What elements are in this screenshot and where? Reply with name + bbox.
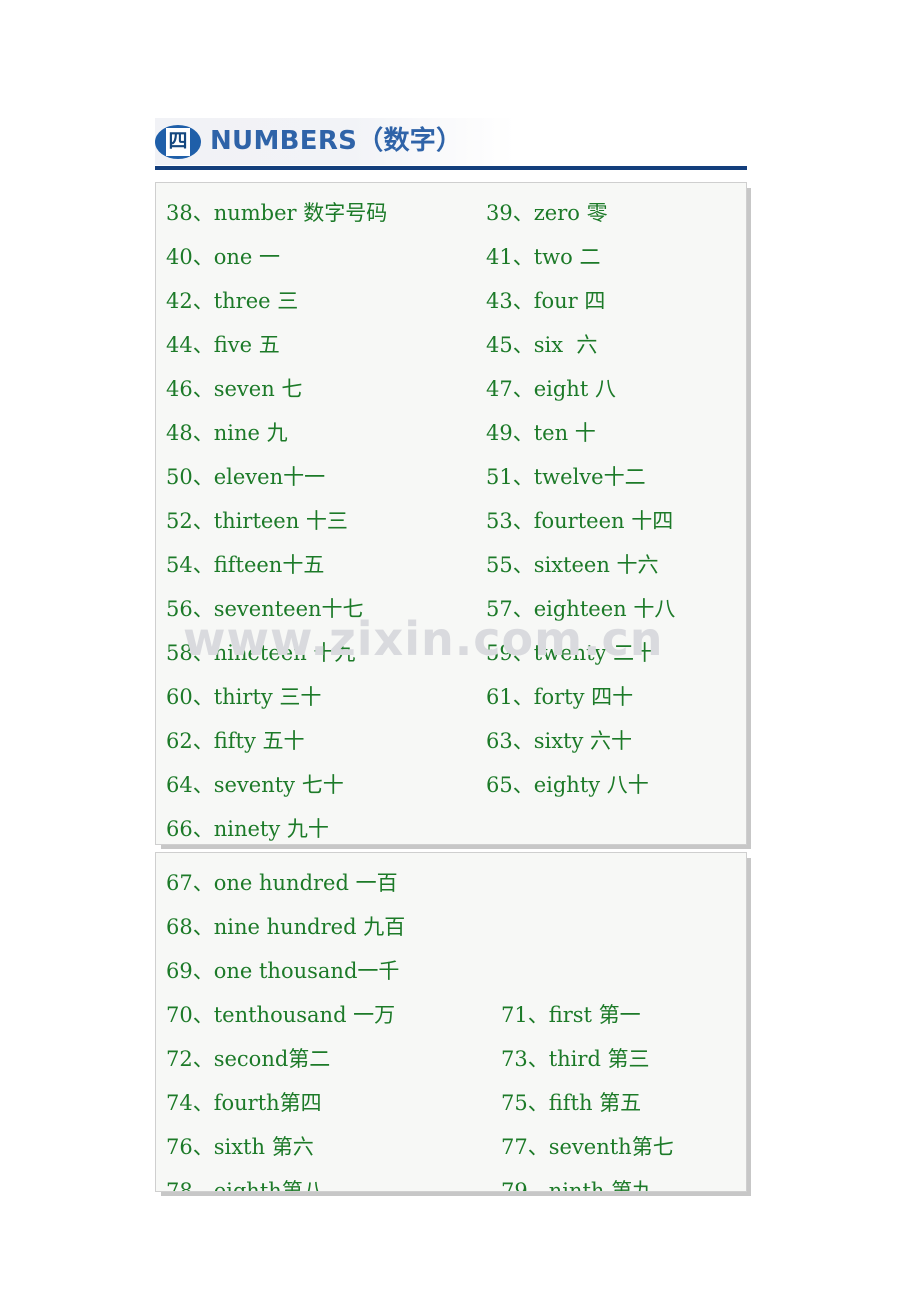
word-entry-right: 41、two 二 [486,244,601,269]
word-row: 72、second第二 73、third 第三 [156,1037,746,1081]
word-row: 62、fifty 五十 63、sixty 六十 [156,719,746,763]
word-entry-right: 59、twenty 二十 [486,640,656,665]
word-row: 50、eleven十一 51、twelve十二 [156,455,746,499]
word-entry-right: 79、ninth 第九 [501,1178,654,1192]
word-entry-left: 60、thirty 三十 [166,684,322,709]
word-entry-left: 38、number 数字号码 [166,200,388,225]
word-entry-left: 70、tenthousand 一万 [166,1002,396,1027]
word-row: 58、nineteen 十九 59、twenty 二十 [156,631,746,675]
word-entry-left: 56、seventeen十七 [166,596,364,621]
word-entry-left: 66、ninety 九十 [166,816,329,841]
word-entry-right: 39、zero 零 [486,200,608,225]
word-entry-right: 57、eighteen 十八 [486,596,676,621]
word-entry-right: 45、six 六 [486,332,598,357]
chapter-number-label: 四 [166,127,190,156]
word-row: 70、tenthousand 一万 71、first 第一 [156,993,746,1037]
word-row: 54、fifteen十五 55、sixteen 十六 [156,543,746,587]
word-row: 52、thirteen 十三 53、fourteen 十四 [156,499,746,543]
word-entry-left: 78、eighth第八 [166,1178,324,1192]
word-entry-left: 40、one 一 [166,244,280,269]
word-entry-right: 73、third 第三 [501,1046,650,1071]
word-row: 68、nine hundred 九百 [156,905,746,949]
word-entry-left: 72、second第二 [166,1046,331,1071]
word-entry-left: 62、fifty 五十 [166,728,305,753]
word-entry-left: 67、one hundred 一百 [166,870,398,895]
word-entry-right: 55、sixteen 十六 [486,552,659,577]
word-row: 46、seven 七 47、eight 八 [156,367,746,411]
word-entry-right: 47、eight 八 [486,376,616,401]
word-entry-left: 48、nine 九 [166,420,288,445]
header-divider-rule [155,166,747,170]
page-title: NUMBERS（数字） [210,125,463,156]
word-row: 64、seventy 七十 65、eighty 八十 [156,763,746,807]
word-row: 60、thirty 三十 61、forty 四十 [156,675,746,719]
word-row: 76、sixth 第六 77、seventh第七 [156,1125,746,1169]
word-entry-left: 50、eleven十一 [166,464,326,489]
word-row: 40、one 一 41、two 二 [156,235,746,279]
word-row: 66、ninety 九十 [156,807,746,844]
word-entry-right: 65、eighty 八十 [486,772,649,797]
document-page: 四 NUMBERS（数字） 38、number 数字号码 39、zero 零 40、… [0,0,920,1302]
word-entry-right: 71、first 第一 [501,1002,641,1027]
word-entry-left: 58、nineteen 十九 [166,640,356,665]
word-entry-left: 46、seven 七 [166,376,303,401]
word-row: 67、one hundred 一百 [156,861,746,905]
word-entry-left: 44、five 五 [166,332,280,357]
word-row: 78、eighth第八 79、ninth 第九 [156,1169,746,1192]
word-entry-left: 74、fourth第四 [166,1090,322,1115]
word-row: 69、one thousand一千 [156,949,746,993]
word-row: 38、number 数字号码 39、zero 零 [156,191,746,235]
word-entry-left: 52、thirteen 十三 [166,508,348,533]
word-entry-left: 64、seventy 七十 [166,772,344,797]
word-list-cardinal: 38、number 数字号码 39、zero 零 40、one 一 41、two 二4… [156,183,746,844]
word-row: 74、fourth第四 75、fifth 第五 [156,1081,746,1125]
word-list-ordinal: 67、one hundred 一百 68、nine hundred 九百 69、on… [156,853,746,1192]
word-row: 48、nine 九 49、ten 十 [156,411,746,455]
oval-chapter-badge-icon: 四 [155,124,201,159]
word-entry-right: 77、seventh第七 [501,1134,674,1159]
word-entry-right: 51、twelve十二 [486,464,646,489]
word-entry-left: 69、one thousand一千 [166,958,400,983]
word-entry-left: 68、nine hundred 九百 [166,914,406,939]
word-entry-right: 75、fifth 第五 [501,1090,642,1115]
numbers-large-and-ordinal-box: 67、one hundred 一百 68、nine hundred 九百 69、on… [155,852,747,1192]
word-entry-left: 76、sixth 第六 [166,1134,314,1159]
word-entry-right: 43、four 四 [486,288,606,313]
word-entry-right: 63、sixty 六十 [486,728,633,753]
word-row: 44、five 五 45、six 六 [156,323,746,367]
numbers-cardinal-box: 38、number 数字号码 39、zero 零 40、one 一 41、two 二4… [155,182,747,845]
section-header: 四 NUMBERS（数字） [155,118,747,170]
word-entry-right: 49、ten 十 [486,420,596,445]
word-row: 56、seventeen十七 57、eighteen 十八 [156,587,746,631]
word-entry-right: 61、forty 四十 [486,684,634,709]
word-entry-right: 53、fourteen 十四 [486,508,674,533]
word-entry-left: 42、three 三 [166,288,299,313]
word-entry-left: 54、fifteen十五 [166,552,325,577]
header-content: 四 NUMBERS（数字） [155,118,462,165]
word-row: 42、three 三 43、four 四 [156,279,746,323]
